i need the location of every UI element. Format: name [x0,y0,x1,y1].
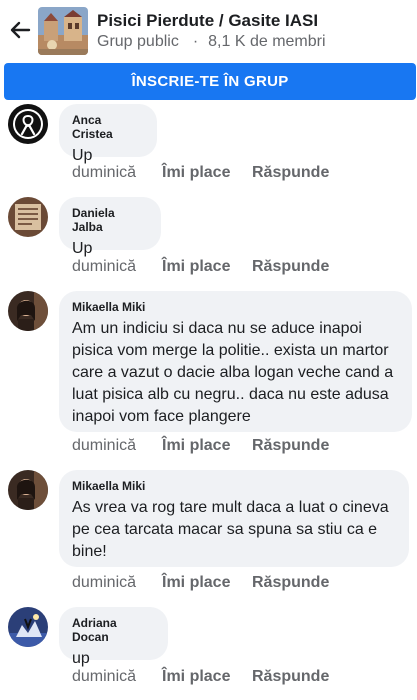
avatar[interactable] [8,104,48,144]
comment-actions: duminică Îmi place Răspunde [72,574,329,592]
comment-text: As vrea va rog tare mult daca a luat o c… [72,499,389,560]
reply-button[interactable]: Răspunde [252,574,329,592]
comment-timestamp[interactable]: duminică [72,258,162,276]
join-group-button[interactable]: ÎNSCRIE-TE ÎN GRUP [4,63,416,100]
avatar[interactable] [8,197,48,237]
comment-bubble: Anca Cristea Up [59,104,157,164]
reply-button[interactable]: Răspunde [252,437,329,455]
comment-text: Am un indiciu si daca nu se aduce inapoi… [72,320,394,425]
like-button[interactable]: Îmi place [162,164,252,182]
comment-bubble: Daniela Jalba Up [59,197,161,257]
comment-text: up [72,650,90,667]
group-title[interactable]: Pisici Pierdute / Gasite IASI [97,11,318,31]
like-button[interactable]: Îmi place [162,437,252,455]
reply-button[interactable]: Răspunde [252,258,329,276]
comment-actions: duminică Îmi place Răspunde [72,164,329,182]
comment-actions: duminică Îmi place Răspunde [72,437,329,455]
back-arrow-icon[interactable] [8,16,32,44]
reply-button[interactable]: Răspunde [252,164,329,182]
comment-author[interactable]: Adriana Docan [72,616,155,644]
group-cover-image[interactable] [38,7,88,55]
comment-timestamp[interactable]: duminică [72,437,162,455]
comment-actions: duminică Îmi place Răspunde [72,668,329,686]
group-privacy: Grup public [97,33,179,50]
meta-separator: · [192,33,199,50]
avatar[interactable] [8,607,48,647]
comment-timestamp[interactable]: duminică [72,668,162,686]
like-button[interactable]: Îmi place [162,258,252,276]
comment-timestamp[interactable]: duminică [72,164,162,182]
comment-bubble: Adriana Docan up [59,607,168,667]
group-header: Pisici Pierdute / Gasite IASI Grup publi… [0,0,417,62]
comment-author[interactable]: Daniela Jalba [72,206,148,234]
avatar[interactable] [8,291,48,331]
like-button[interactable]: Îmi place [162,668,252,686]
group-members-count: 8,1 K de membri [208,33,326,50]
comment-timestamp[interactable]: duminică [72,574,162,592]
like-button[interactable]: Îmi place [162,574,252,592]
comment-author[interactable]: Mikaella Miki [72,479,396,493]
reply-button[interactable]: Răspunde [252,668,329,686]
comment-actions: duminică Îmi place Răspunde [72,258,329,276]
comment-bubble: Mikaella Miki As vrea va rog tare mult d… [59,470,409,567]
comment-text: Up [72,240,93,257]
avatar[interactable] [8,470,48,510]
group-meta: Grup public · 8,1 K de membri [97,33,326,51]
comment-author[interactable]: Mikaella Miki [72,300,399,314]
comment-bubble: Mikaella Miki Am un indiciu si daca nu s… [59,291,412,432]
comment-author[interactable]: Anca Cristea [72,113,144,141]
